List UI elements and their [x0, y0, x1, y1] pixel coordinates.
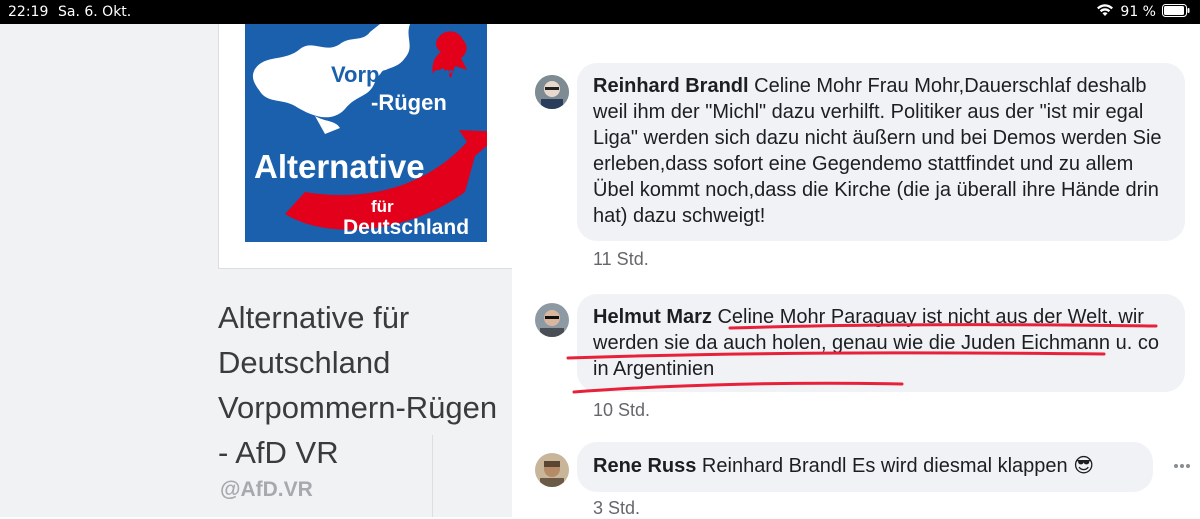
- comment-author[interactable]: Rene Russ: [593, 455, 696, 477]
- battery-icon: [1162, 3, 1190, 21]
- battery-percent: 91 %: [1120, 4, 1156, 20]
- page-title-line: - AfD VR: [218, 435, 339, 470]
- comment-text: Reinhard Brandl Es wird diesmal klappen: [696, 455, 1068, 477]
- date: Sa. 6. Okt.: [58, 4, 132, 20]
- logo-region2: -Rügen: [371, 90, 447, 115]
- divider: [432, 435, 433, 517]
- clock: 22:19: [8, 4, 49, 20]
- status-indicators: 91 %: [1096, 3, 1190, 21]
- comment-timestamp[interactable]: 3 Std.: [593, 498, 640, 519]
- page-title-line: Deutschland: [218, 345, 391, 380]
- more-options-icon[interactable]: [1172, 456, 1192, 476]
- wifi-icon: [1096, 3, 1114, 21]
- avatar[interactable]: [535, 75, 569, 109]
- logo-country: Deutschland: [343, 216, 469, 239]
- status-bar: 22:19 Sa. 6. Okt. 91 %: [0, 0, 1200, 24]
- comment-timestamp[interactable]: 11 Std.: [593, 249, 649, 270]
- comment-bubble: Rene Russ Reinhard Brandl Es wird diesma…: [577, 442, 1153, 492]
- comment-timestamp[interactable]: 10 Std.: [593, 400, 650, 421]
- comment-author[interactable]: Reinhard Brandl: [593, 75, 749, 97]
- page-title-line: Alternative für: [218, 300, 410, 335]
- avatar[interactable]: [535, 453, 569, 487]
- sunglasses-emoji-icon: 😎: [1073, 453, 1095, 477]
- logo-party: Alternative: [254, 148, 425, 185]
- page-title[interactable]: Alternative für Deutschland Vorpommern-R…: [218, 295, 508, 475]
- page-title-line: Vorpommern-Rügen: [218, 390, 498, 425]
- page-handle[interactable]: @AfD.VR: [220, 478, 313, 502]
- annotation-underline: [566, 323, 1158, 394]
- comment-bubble: Reinhard Brandl Celine Mohr Frau Mohr,Da…: [577, 63, 1185, 241]
- logo-region: Vorpommern: [331, 62, 466, 87]
- party-logo[interactable]: Vorpommern -Rügen Alternative für Deutsc…: [245, 24, 487, 242]
- logo-fur: für: [371, 197, 394, 216]
- comment-text: Celine Mohr Frau Mohr,Dauerschlaf deshal…: [593, 75, 1162, 227]
